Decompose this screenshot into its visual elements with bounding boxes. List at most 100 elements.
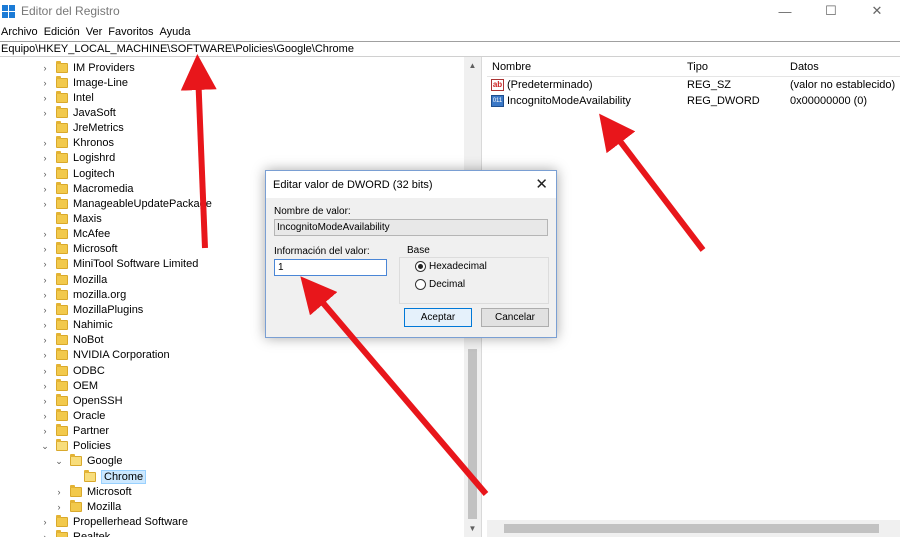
tree-item[interactable]: › ManageableUpdatePackage [40,196,212,211]
tree-item[interactable]: › Mozilla [40,272,107,287]
menu-ayuda[interactable]: Ayuda [160,26,197,38]
tree-expander-icon[interactable]: › [40,229,50,239]
column-nombre[interactable]: Nombre [492,61,531,73]
tree-item[interactable]: › Oracle [40,408,105,423]
maximize-icon[interactable]: ☐ [808,0,854,22]
tree-expander-icon[interactable]: › [40,350,50,360]
tree-expander-icon[interactable]: › [40,78,50,88]
binary-value-icon: 011 [491,95,504,107]
menu-favoritos[interactable]: Favoritos [108,26,159,38]
list-horizontal-scrollbar[interactable] [487,520,900,537]
tree-item[interactable]: › Logishrd [40,151,115,166]
tree-expander-icon[interactable]: › [54,502,64,512]
list-scroll-thumb[interactable] [504,524,879,533]
tree-item[interactable]: ⌄ Policies [40,439,111,454]
tree-item[interactable]: › Propellerhead Software [40,515,188,530]
column-datos[interactable]: Datos [790,61,819,73]
tree-item[interactable]: › Mozilla [54,499,121,514]
tree-item[interactable]: › Khronos [40,136,114,151]
menu-ver[interactable]: Ver [86,26,109,38]
tree-item[interactable]: › Nahimic [40,318,113,333]
tree-item-label: Maxis [73,213,102,225]
list-row[interactable]: ab (Predeterminado) REG_SZ (valor no est… [487,78,900,94]
list-row[interactable]: 011 IncognitoModeAvailability REG_DWORD … [487,94,900,110]
tree-item[interactable]: Chrome [68,469,147,484]
tree-expander-icon[interactable]: › [40,532,50,537]
radio-selected-icon [415,261,426,272]
tree-item[interactable]: › Logitech [40,166,115,181]
tree-expander-icon[interactable]: › [54,487,64,497]
tree-item[interactable]: › NVIDIA Corporation [40,348,170,363]
tree-expander-icon[interactable]: › [40,244,50,254]
menu-archivo[interactable]: Archivo [0,26,44,38]
tree-item[interactable]: › Intel [40,90,94,105]
tree-expander-icon[interactable]: ⌄ [54,456,64,467]
tree-expander-icon[interactable]: › [40,169,50,179]
tree-item[interactable]: › McAfee [40,227,110,242]
tree-item[interactable]: › ODBC [40,363,105,378]
close-icon[interactable]: ✕ [854,0,900,22]
tree-expander-icon[interactable]: › [40,275,50,285]
tree-scroll-thumb[interactable] [468,349,477,519]
folder-icon [56,424,68,437]
tree-item-label: IM Providers [73,61,135,74]
minimize-icon[interactable]: — [762,0,808,22]
tree-item[interactable]: › MozillaPlugins [40,302,143,317]
tree-expander-icon[interactable]: › [40,138,50,148]
tree-item[interactable]: › JavaSoft [40,105,116,120]
folder-icon [56,257,68,270]
menu-edicion[interactable]: Edición [44,26,86,38]
tree-item[interactable]: › OpenSSH [40,393,123,408]
scroll-up-icon[interactable]: ▲ [464,57,481,74]
dialog-close-icon[interactable]: ✕ [535,175,548,193]
tree-expander-icon[interactable]: › [40,366,50,376]
tree-expander-icon[interactable]: › [40,184,50,194]
folder-icon [56,166,68,179]
tree-expander-icon[interactable]: › [40,199,50,209]
tree-item[interactable]: › Macromedia [40,181,134,196]
folder-icon [56,242,68,255]
tree-expander-icon[interactable]: › [40,93,50,103]
tree-item[interactable]: › IM Providers [40,60,135,75]
tree-item[interactable]: › mozilla.org [40,287,126,302]
tree-expander-icon[interactable]: › [40,290,50,300]
tree-expander-icon[interactable]: › [40,396,50,406]
tree-expander-icon[interactable]: › [40,517,50,527]
tree-item-label: Policies [73,440,111,453]
tree-expander-icon[interactable]: › [40,381,50,391]
tree-item[interactable]: › MiniTool Software Limited [40,257,198,272]
tree-item-label: Mozilla [73,273,108,286]
tree-item[interactable]: › Image-Line [40,75,128,90]
tree-expander-icon[interactable]: › [40,320,50,330]
tree-item-label: Microsoft [73,243,118,256]
value-data-input[interactable]: 1 [274,259,387,276]
column-tipo[interactable]: Tipo [687,61,708,73]
tree-item[interactable]: › Microsoft [54,484,132,499]
tree-expander-icon[interactable]: › [40,63,50,73]
tree-item[interactable]: › Microsoft [40,242,118,257]
tree-item[interactable]: › NoBot [40,333,104,348]
tree-expander-icon[interactable]: ⌄ [40,441,50,452]
tree-expander-icon[interactable]: › [40,108,50,118]
scroll-down-icon[interactable]: ▼ [464,520,481,537]
tree-item[interactable]: › OEM [40,378,98,393]
tree-item[interactable]: JreMetrics [40,121,124,136]
radio-dec-label: Decimal [429,279,466,290]
tree-item-label: JavaSoft [73,106,116,119]
tree-item[interactable]: › Partner [40,424,109,439]
tree-expander-icon[interactable]: › [40,153,50,163]
window-title: Editor del Registro [21,4,120,18]
tree-expander-icon[interactable]: › [40,411,50,421]
address-bar[interactable]: Equipo\HKEY_LOCAL_MACHINE\SOFTWARE\Polic… [0,41,900,57]
tree-item[interactable]: Maxis [40,212,102,227]
cancel-button[interactable]: Cancelar [481,308,549,327]
radio-decimal[interactable]: Decimal [415,279,465,290]
tree-item[interactable]: ⌄ Google [54,454,122,469]
tree-expander-icon[interactable]: › [40,305,50,315]
tree-item[interactable]: › Realtek [40,530,110,537]
tree-expander-icon[interactable]: › [40,335,50,345]
tree-expander-icon[interactable]: › [40,259,50,269]
tree-expander-icon[interactable]: › [40,426,50,436]
radio-hexadecimal[interactable]: Hexadecimal [415,261,487,272]
accept-button[interactable]: Aceptar [404,308,472,327]
